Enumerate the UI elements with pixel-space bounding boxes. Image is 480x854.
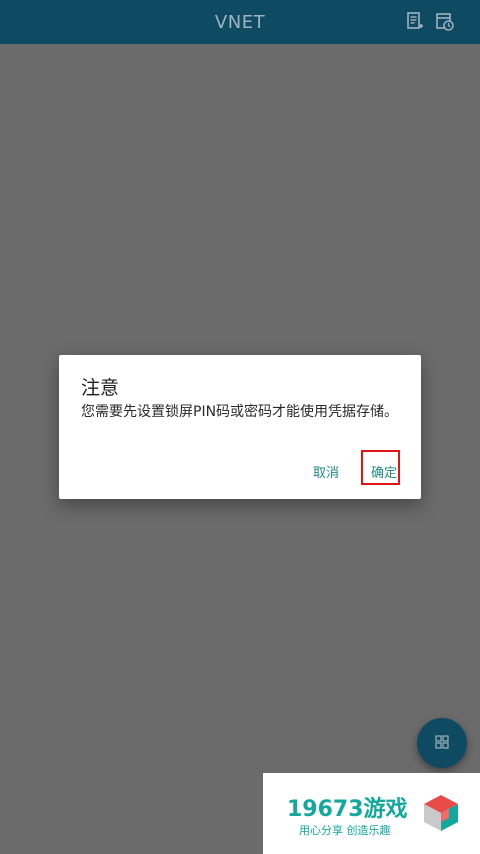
grid-icon bbox=[435, 734, 449, 753]
dialog-message: 您需要先设置锁屏PIN码或密码才能使用凭据存储。 bbox=[81, 404, 399, 420]
notice-dialog: 注意 您需要先设置锁屏PIN码或密码才能使用凭据存储。 取消 确定 bbox=[59, 355, 421, 499]
cube-logo-icon bbox=[421, 793, 461, 833]
appbar-actions bbox=[406, 12, 454, 32]
list-add-icon[interactable] bbox=[406, 12, 424, 32]
fab-button[interactable] bbox=[417, 718, 467, 768]
watermark-title: 19673游戏 bbox=[287, 797, 408, 822]
calendar-clock-icon[interactable] bbox=[436, 12, 454, 32]
watermark: 19673游戏 用心分享 创造乐趣 bbox=[263, 773, 480, 854]
app-title: VNET bbox=[214, 11, 266, 33]
highlight-box bbox=[361, 450, 400, 485]
app-bar: VNET bbox=[0, 0, 480, 44]
watermark-subtitle: 用心分享 创造乐趣 bbox=[299, 824, 391, 837]
dialog-title: 注意 bbox=[81, 377, 120, 399]
cancel-button[interactable]: 取消 bbox=[313, 462, 339, 481]
